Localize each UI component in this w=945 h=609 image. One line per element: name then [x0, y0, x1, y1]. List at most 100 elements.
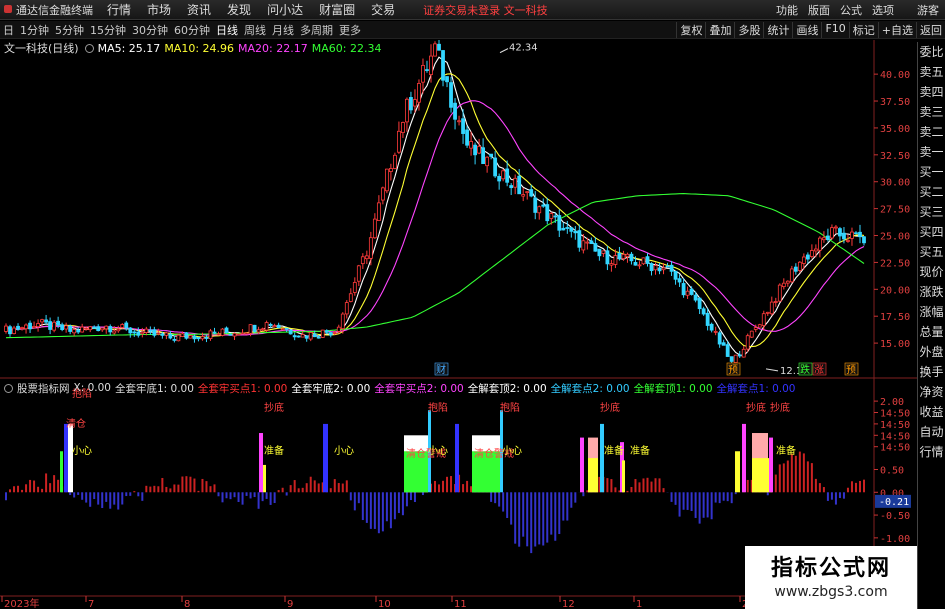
- sidebar-item-weibi[interactable]: 委比: [918, 42, 945, 62]
- sidebar-item-sell4[interactable]: 卖四: [918, 82, 945, 102]
- candle-body: [72, 329, 77, 334]
- period-1min[interactable]: 1分钟: [17, 22, 52, 38]
- period-monthly[interactable]: 月线: [269, 22, 297, 38]
- sidebar-item-earnings[interactable]: 收益: [918, 402, 945, 422]
- guest-label[interactable]: 游客: [917, 2, 945, 18]
- sidebar-item-change-pct[interactable]: 涨幅: [918, 302, 945, 322]
- tool-add-watchlist-button[interactable]: +自选: [877, 21, 916, 38]
- signal-block: [455, 423, 459, 493]
- tool-multi-stock-button[interactable]: 多股: [734, 21, 763, 38]
- signal-block: [60, 451, 63, 493]
- sidebar-item-price[interactable]: 现价: [918, 262, 945, 282]
- tool-overlay-button[interactable]: 叠加: [705, 21, 734, 38]
- candle-body: [577, 230, 582, 248]
- sidebar-item-sell3[interactable]: 卖三: [918, 102, 945, 122]
- login-notice[interactable]: 证券交易未登录 文一科技: [417, 2, 554, 18]
- candle-body: [124, 322, 129, 329]
- candle-body: [148, 329, 153, 332]
- candle-body: [108, 326, 113, 333]
- sidebar-item-buy5[interactable]: 买五: [918, 242, 945, 262]
- candle-body: [529, 189, 534, 197]
- date-tick-label: 8: [184, 599, 190, 609]
- menu-item-quotes[interactable]: 行情: [99, 1, 139, 18]
- candle-body: [669, 264, 674, 272]
- sidebar-item-buy4[interactable]: 买四: [918, 222, 945, 242]
- candle-body: [505, 168, 510, 183]
- signal-block: [68, 423, 73, 493]
- candle-body: [713, 330, 718, 333]
- sidebar-item-sell1[interactable]: 卖一: [918, 142, 945, 162]
- signal-label: 抄底: [600, 401, 620, 414]
- candle-body: [76, 329, 81, 333]
- menu-item-options[interactable]: 选项: [867, 2, 899, 18]
- price-tick-label: 32.50: [880, 151, 910, 162]
- candle-body: [469, 141, 473, 149]
- sidebar-item-buy1[interactable]: 买一: [918, 162, 945, 182]
- candle-body: [657, 267, 662, 272]
- candle-body: [589, 240, 594, 245]
- sidebar-item-quotes[interactable]: 行情: [918, 442, 945, 462]
- sidebar-item-outer[interactable]: 外盘: [918, 342, 945, 362]
- sidebar-item-change[interactable]: 涨跌: [918, 282, 945, 302]
- candle-body: [585, 241, 590, 244]
- menu-item-trade[interactable]: 交易: [363, 1, 403, 18]
- period-more[interactable]: 更多: [336, 22, 364, 38]
- indicator-settings-icon[interactable]: [4, 383, 13, 393]
- sidebar-item-sell5[interactable]: 卖五: [918, 62, 945, 82]
- sidebar-item-buy2[interactable]: 买二: [918, 182, 945, 202]
- menu-item-news[interactable]: 资讯: [179, 1, 219, 18]
- candle-body: [777, 284, 782, 302]
- candle-body: [28, 322, 32, 330]
- ma20-label: MA20: 22.17: [238, 41, 308, 55]
- tool-mark-button[interactable]: 标记: [848, 21, 878, 38]
- menu-item-market[interactable]: 市场: [139, 1, 179, 18]
- candle-body: [569, 227, 574, 232]
- sidebar-item-auto[interactable]: 自动: [918, 422, 945, 442]
- candle-body: [344, 302, 349, 315]
- sidebar-item-net-asset[interactable]: 净资: [918, 382, 945, 402]
- candle-body: [280, 328, 285, 331]
- menu-item-discover[interactable]: 发现: [219, 1, 259, 18]
- tool-stats-button[interactable]: 统计: [763, 21, 792, 38]
- candle-body: [405, 98, 409, 123]
- candle-body: [753, 327, 758, 330]
- sidebar-item-sell2[interactable]: 卖二: [918, 122, 945, 142]
- period-30min[interactable]: 30分钟: [129, 22, 171, 38]
- menu-item-formula[interactable]: 公式: [835, 2, 867, 18]
- candle-body: [830, 227, 834, 239]
- indicator-tick-label: -0.50: [880, 511, 910, 522]
- menu-item-function[interactable]: 功能: [771, 2, 803, 18]
- candle-body: [368, 237, 373, 259]
- ind-field-trapped-bottom1: 全套牢底1: 0.00: [114, 382, 194, 395]
- tool-draw-button[interactable]: 画线: [792, 21, 821, 38]
- candle-body: [160, 333, 165, 336]
- menu-item-layout[interactable]: 版面: [803, 2, 835, 18]
- period-60min[interactable]: 60分钟: [171, 22, 213, 38]
- candle-body: [557, 215, 562, 231]
- candle-body: [846, 240, 850, 242]
- settings-circle-icon[interactable]: [84, 43, 94, 53]
- tool-f10-button[interactable]: F10: [821, 21, 848, 38]
- period-day[interactable]: 日: [0, 22, 17, 38]
- tool-adjust-button[interactable]: 复权: [676, 21, 705, 38]
- tool-back-button[interactable]: 返回: [916, 21, 945, 38]
- indicator-tick-label: 14:50: [880, 443, 910, 454]
- period-multi[interactable]: 多周期: [297, 22, 336, 38]
- menu-item-ask[interactable]: 问小达: [259, 1, 311, 18]
- signal-block: [259, 433, 263, 493]
- stock-chart[interactable]: 抱陷清仓小心抄底准备 小心抱陷清仓警戒小心抱陷清仓警戒小心抄底准备 准备抄底 抄底准备…: [0, 40, 917, 609]
- period-5min[interactable]: 5分钟: [52, 22, 87, 38]
- sidebar-item-buy3[interactable]: 买三: [918, 202, 945, 222]
- period-daily[interactable]: 日线: [213, 22, 241, 38]
- candle-body: [336, 326, 341, 332]
- period-15min[interactable]: 15分钟: [87, 22, 129, 38]
- menu-item-wealth[interactable]: 财富圈: [311, 1, 363, 18]
- sidebar-item-turnover[interactable]: 换手: [918, 362, 945, 382]
- sidebar-item-volume[interactable]: 总量: [918, 322, 945, 342]
- signal-block: [622, 460, 625, 493]
- period-weekly[interactable]: 周线: [241, 22, 269, 38]
- candle-body: [693, 294, 698, 301]
- price-tick-label: 27.50: [880, 205, 910, 216]
- candle-body: [733, 354, 738, 363]
- indicator-name: 股票指标网: [17, 382, 70, 395]
